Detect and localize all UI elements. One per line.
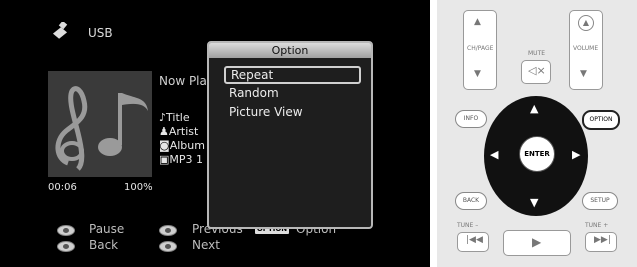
format-row: ▣MP3 1 xyxy=(159,153,203,166)
pause-hint: Pause xyxy=(89,222,125,236)
enter-button[interactable]: ENTER xyxy=(519,136,555,172)
mute-button[interactable]: ◁× xyxy=(521,60,551,84)
title-note-icon: ♪ xyxy=(159,111,167,124)
ch-page-label: CH/PAGE xyxy=(467,45,494,52)
tune-minus-label: TUNE – xyxy=(457,222,479,229)
previous-button-icon xyxy=(159,225,177,236)
now-playing-label: Now Pla xyxy=(159,74,207,88)
play-icon: ▶ xyxy=(532,235,542,249)
album-row: ◙Album xyxy=(159,139,205,152)
next-hint: Next xyxy=(192,238,220,252)
usb-icon xyxy=(52,22,68,39)
ch-down-icon[interactable]: ▼ xyxy=(474,69,481,79)
artist-row: ♟Artist xyxy=(159,125,198,138)
music-note-icon xyxy=(55,86,148,171)
track-album: Album xyxy=(169,139,205,152)
back-hint: Back xyxy=(89,238,119,252)
title-row: ♪Title xyxy=(159,111,190,124)
ch-up-icon[interactable]: ▲ xyxy=(474,17,481,27)
panel-divider xyxy=(430,0,437,267)
album-artwork xyxy=(48,71,152,177)
option-item-repeat[interactable]: Repeat xyxy=(224,66,361,84)
volume-rocker[interactable]: ▲ VOLUME ▼ xyxy=(569,10,603,90)
ch-page-rocker[interactable]: ▲ CH/PAGE ▼ xyxy=(463,10,497,90)
mute-icon: ◁× xyxy=(528,64,546,77)
mute-label: MUTE xyxy=(528,50,546,57)
up-arrow-icon[interactable]: ▲ xyxy=(530,102,538,115)
skip-forward-icon: ▶▶| xyxy=(594,235,611,245)
tune-plus-label: TUNE + xyxy=(585,222,609,229)
back-button[interactable]: BACK xyxy=(455,192,487,210)
pause-button-icon xyxy=(57,225,75,236)
track-artist: Artist xyxy=(168,125,199,138)
tv-screen: USB Now Pla ♪Title ♟Artist ◙Album ▣MP3 1… xyxy=(0,0,430,267)
volume-label: VOLUME xyxy=(573,45,599,52)
volume-down-icon[interactable]: ▼ xyxy=(580,69,587,79)
next-button-icon xyxy=(159,241,177,252)
info-button[interactable]: INFO xyxy=(455,110,487,128)
option-button[interactable]: OPTION xyxy=(582,110,620,130)
album-icon: ◙ xyxy=(159,139,170,152)
artist-icon: ♟ xyxy=(159,125,169,138)
skip-forward-button[interactable]: ▶▶| xyxy=(585,232,617,252)
skip-back-button[interactable]: |◀◀ xyxy=(457,232,489,252)
skip-back-icon: |◀◀ xyxy=(466,235,483,245)
elapsed-time: 00:06 xyxy=(48,182,77,193)
setup-button[interactable]: SETUP xyxy=(582,192,618,210)
track-title: Title xyxy=(166,111,190,124)
right-arrow-icon[interactable]: ▶ xyxy=(572,148,580,161)
down-arrow-icon[interactable]: ▼ xyxy=(530,196,538,209)
option-item-picture-view[interactable]: Picture View xyxy=(229,105,303,119)
source-label: USB xyxy=(88,26,113,40)
popup-title: Option xyxy=(209,43,371,58)
play-button[interactable]: ▶ xyxy=(503,230,571,256)
remote-control: ▲ CH/PAGE ▼ MUTE ◁× ▲ VOLUME ▼ INFO OPTI… xyxy=(437,0,637,267)
file-icon: ▣ xyxy=(159,153,170,166)
back-button-icon xyxy=(57,241,75,252)
left-arrow-icon[interactable]: ◀ xyxy=(490,148,498,161)
option-item-random[interactable]: Random xyxy=(229,86,279,100)
option-popup: Option Repeat Random Picture View xyxy=(207,41,373,229)
progress-percent: 100% xyxy=(124,182,153,193)
track-format: MP3 1 xyxy=(169,153,204,166)
volume-up-icon[interactable]: ▲ xyxy=(578,15,594,31)
